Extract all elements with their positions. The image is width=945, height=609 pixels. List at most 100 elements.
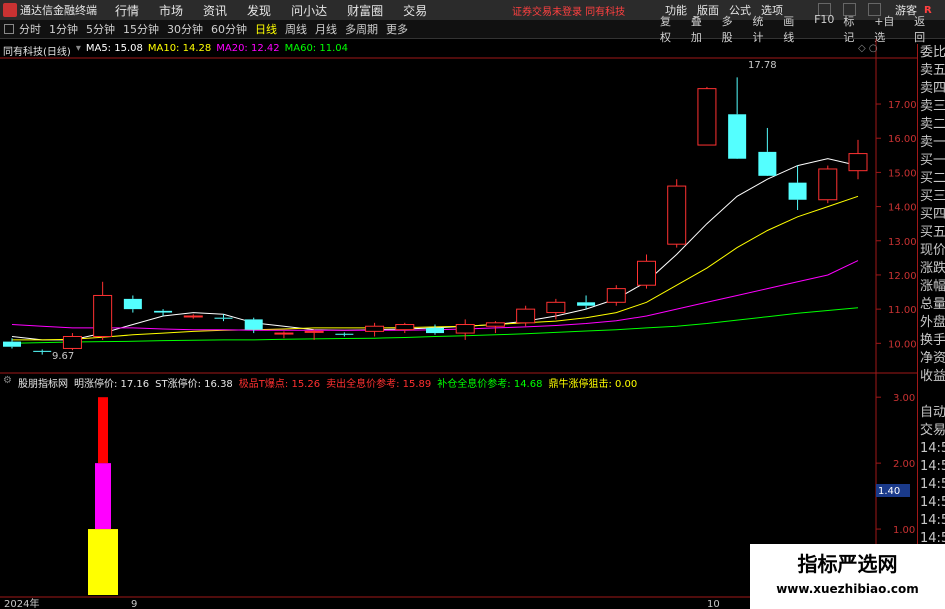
- settings-icon[interactable]: ⚙: [3, 375, 12, 390]
- sub-tick-label: 1.00: [893, 525, 915, 536]
- sub-item-2: 极品T爆点: 15.26: [238, 379, 321, 390]
- tool-fanhui[interactable]: 返回: [914, 13, 936, 45]
- panel-toggle-icon[interactable]: [4, 24, 14, 34]
- candle-body: [33, 350, 52, 352]
- app-name: 通达信金融终端: [20, 4, 97, 17]
- menu-zixun[interactable]: 资讯: [203, 2, 227, 19]
- candle-body: [304, 330, 324, 333]
- period-fenshi[interactable]: 分时: [19, 21, 41, 37]
- price-tick-label: 15.00: [888, 168, 917, 179]
- quote-panel-cell: 涨幅: [920, 279, 945, 294]
- ma20-line: [11, 260, 859, 331]
- sub-item-1: ST涨停价: 16.38: [155, 379, 233, 390]
- sub-title[interactable]: 股朋指标网: [18, 375, 68, 390]
- period-weekly[interactable]: 周线: [285, 21, 307, 37]
- quote-panel-cell: 14:56: [920, 477, 945, 492]
- sub-item-4: 补仓全息价参考: 14.68: [437, 379, 543, 390]
- app-logo-icon: [3, 3, 17, 17]
- menu-shichang[interactable]: 市场: [159, 2, 183, 19]
- menu-hangqing[interactable]: 行情: [115, 2, 139, 19]
- pane-options-icon[interactable]: ◇ ○: [858, 43, 878, 54]
- menu-wenxiaoda[interactable]: 问小达: [291, 2, 327, 19]
- candle-body: [788, 182, 807, 200]
- ma5-line: [11, 158, 859, 341]
- price-tick-label: 10.00: [888, 339, 917, 350]
- sub-grid: 3.00 2.00 1.00: [876, 393, 915, 536]
- quote-panel-cell: 换手: [920, 333, 945, 348]
- quote-panel-cell: 自动: [920, 405, 945, 420]
- main-info-bar: 同有科技(日线) ▾ MA5: 15.08 MA10: 14.28 MA20: …: [3, 43, 348, 58]
- period-1min[interactable]: 1分钟: [49, 21, 78, 37]
- quote-panel-cell: 卖三: [920, 99, 945, 114]
- sub-tick-label: 3.00: [893, 393, 915, 404]
- quote-panel-cell: 买五: [920, 225, 945, 240]
- period-more[interactable]: 更多: [386, 21, 408, 37]
- candle-body: [516, 308, 536, 324]
- login-notice[interactable]: 证券交易未登录 同有科技: [512, 3, 625, 18]
- chart-canvas[interactable]: 17.00 16.00 15.00 14.00 13.00 12.00 11.00 10.00…: [0, 39, 917, 609]
- quote-panel-cell: 14:56: [920, 441, 945, 456]
- quote-panel-cell: 14:56: [920, 459, 945, 474]
- menu-faxian[interactable]: 发现: [247, 2, 271, 19]
- quote-panel-cell: 委比: [920, 45, 945, 60]
- low-label: 9.67: [52, 351, 74, 362]
- candle-body: [455, 324, 475, 334]
- quote-panel-cell: 卖四: [920, 81, 945, 96]
- candle-body: [818, 168, 838, 201]
- current-value-label: 1.40: [878, 486, 900, 497]
- quote-panel-cell: 交易: [920, 423, 945, 438]
- candle-body: [62, 335, 82, 349]
- price-tick-label: 14.00: [888, 203, 917, 214]
- sub-bars: [88, 397, 118, 595]
- candle-body: [728, 114, 747, 159]
- quote-panel-cell: 卖一: [920, 135, 945, 150]
- period-monthly[interactable]: 月线: [315, 21, 337, 37]
- period-5min[interactable]: 5分钟: [86, 21, 115, 37]
- menu-caifuquan[interactable]: 财富圈: [347, 2, 383, 19]
- period-30min[interactable]: 30分钟: [167, 21, 203, 37]
- quote-panel-cell: 净资: [920, 351, 945, 366]
- candle-body: [758, 151, 777, 176]
- candle-body: [606, 288, 626, 303]
- quote-panel-cell: 买三: [920, 189, 945, 204]
- period-multi[interactable]: 多周期: [345, 21, 378, 37]
- candle-body: [244, 319, 263, 330]
- quote-panel-cell: [918, 386, 945, 404]
- quote-panel-cell: 卖五: [920, 63, 945, 78]
- chevron-down-icon[interactable]: ▾: [76, 43, 81, 58]
- ma20-label: MA20: 12.42: [216, 43, 280, 54]
- ma-lines: [11, 158, 859, 344]
- candle-body: [637, 260, 656, 286]
- quote-panel-cell: 14:56: [920, 495, 945, 510]
- price-tick-label: 16.00: [888, 134, 917, 145]
- price-tick-label: 11.00: [888, 305, 917, 316]
- candle-body: [93, 294, 113, 337]
- candle-body: [274, 332, 294, 335]
- candle-body: [848, 153, 868, 172]
- menu-jiaoyi[interactable]: 交易: [403, 2, 427, 19]
- sub-item-5: 鼎牛涨停狙击: 0.00: [548, 379, 638, 390]
- period-60min[interactable]: 60分钟: [211, 21, 247, 37]
- candle-body: [546, 301, 566, 314]
- quote-panel-cell: 收益: [920, 369, 945, 384]
- period-daily[interactable]: 日线: [255, 21, 277, 37]
- price-tick-label: 12.00: [888, 271, 917, 282]
- candle-body: [426, 327, 444, 334]
- period-15min[interactable]: 15分钟: [123, 21, 159, 37]
- quote-panel-cell: 买二: [920, 171, 945, 186]
- quote-panel-cell: 卖二: [920, 117, 945, 132]
- candle-body: [485, 322, 505, 327]
- ma5-label: MA5: 15.08: [85, 43, 143, 54]
- candle-body: [154, 310, 173, 313]
- candle-body: [577, 302, 596, 306]
- candle-body: [123, 298, 142, 310]
- watermark-url: www.xuezhibiao.com: [776, 582, 919, 596]
- quote-panel-cell: 涨跌: [920, 261, 945, 276]
- stock-title[interactable]: 同有科技(日线): [3, 43, 71, 58]
- ma10-label: MA10: 14.28: [147, 43, 212, 54]
- period-toolbar: 分时 1分钟 5分钟 15分钟 30分钟 60分钟 日线 周线 月线 多周期 更…: [0, 13, 945, 44]
- sub-item-3: 卖出全息价参考: 15.89: [326, 379, 432, 390]
- candle-body: [365, 325, 385, 332]
- price-tick-label: 17.00: [888, 100, 917, 111]
- candle-body: [214, 317, 233, 319]
